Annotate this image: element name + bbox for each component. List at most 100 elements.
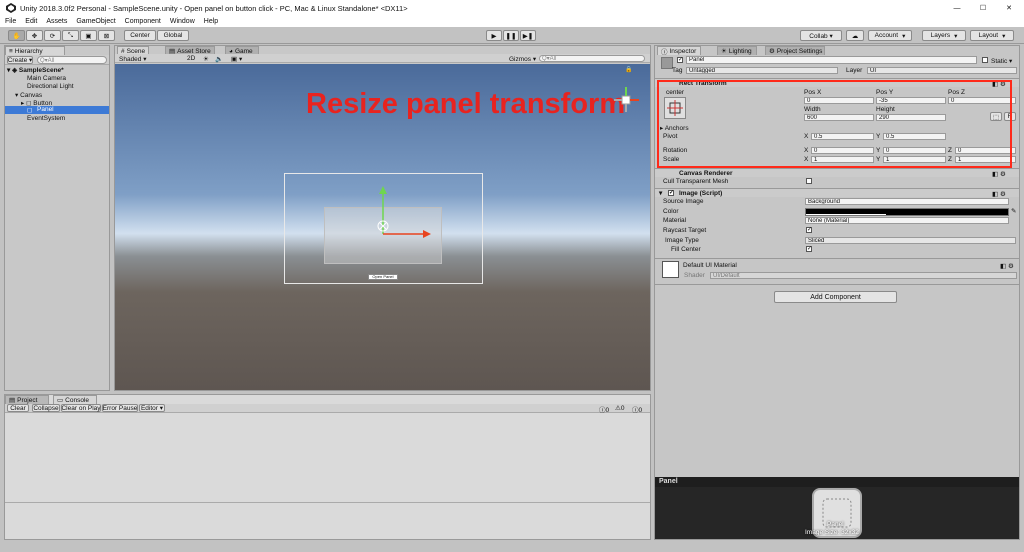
audio-toggle-icon[interactable]: 🔈 — [215, 55, 223, 63]
console-clear-on-play-button[interactable]: Clear on Play — [61, 404, 101, 412]
raycast-target-checkbox[interactable]: ✓ — [806, 227, 812, 233]
eyedropper-icon[interactable]: ✎ — [1011, 207, 1016, 215]
hierarchy-item-canvas[interactable]: ▾ Canvas — [15, 91, 42, 99]
fill-center-checkbox[interactable]: ✓ — [806, 246, 812, 252]
preview-asset-name: Panel — [827, 521, 844, 528]
scene-root-item[interactable]: ▾ ◈ SampleScene* — [7, 66, 64, 74]
hand-tool-button[interactable]: ✋ — [8, 30, 25, 41]
hierarchy-item-panel[interactable]: ◻ Panel — [5, 106, 109, 114]
console-info-count[interactable]: ⓘ0 — [599, 404, 609, 414]
hierarchy-search-input[interactable]: Q▾All — [37, 56, 107, 64]
cull-mesh-checkbox[interactable] — [806, 178, 812, 184]
layer-label: Layer — [846, 67, 863, 74]
shading-mode-dropdown[interactable]: Shaded ▾ — [119, 55, 147, 63]
preview-header[interactable]: Panel — [655, 477, 1019, 487]
move-tool-button[interactable]: ✥ — [26, 30, 43, 41]
scale-tool-button[interactable]: ⤡ — [62, 30, 79, 41]
hierarchy-item-directional-light[interactable]: Directional Light — [27, 83, 74, 90]
menu-window[interactable]: Window — [170, 18, 195, 25]
maximize-button[interactable]: ☐ — [970, 0, 996, 16]
pause-button[interactable]: ❚❚ — [503, 30, 519, 41]
create-button[interactable]: Create ▾ — [7, 56, 33, 64]
material-preview-swatch — [662, 261, 679, 278]
tag-dropdown[interactable]: Untagged — [686, 67, 838, 74]
cloud-button[interactable]: ☁ — [846, 30, 864, 41]
account-dropdown[interactable]: Account ▾ — [868, 30, 912, 41]
fill-center-label: Fill Center — [671, 246, 701, 253]
open-panel-button-preview[interactable]: Open Panel — [368, 274, 398, 280]
image-type-label: Image Type — [665, 237, 699, 244]
console-clear-button[interactable]: Clear — [7, 404, 29, 412]
effects-toggle-icon[interactable]: ▣ ▾ — [231, 55, 242, 63]
menu-help[interactable]: Help — [204, 18, 218, 25]
step-button[interactable]: ▶❚ — [520, 30, 536, 41]
tab-project[interactable]: ▤ Project — [5, 395, 49, 404]
image-type-dropdown[interactable]: Sliced — [805, 237, 1016, 244]
rotate-tool-button[interactable]: ⟳ — [44, 30, 61, 41]
tab-lighting[interactable]: ☀ Lighting — [717, 46, 757, 55]
shader-label: Shader — [684, 272, 705, 279]
console-error-pause-button[interactable]: Error Pause — [102, 404, 138, 412]
lock-icon[interactable]: 🔒 — [625, 66, 632, 73]
transform-tool-button[interactable]: ⊠ — [98, 30, 115, 41]
folder-icon: ▤ — [9, 397, 16, 404]
menu-gameobject[interactable]: GameObject — [76, 18, 115, 25]
tab-hierarchy[interactable]: ≡ Hierarchy — [5, 46, 65, 55]
source-image-field[interactable]: Background — [805, 198, 1009, 205]
global-local-toggle[interactable]: Global — [157, 30, 189, 41]
tab-inspector[interactable]: ⓘ Inspector — [657, 46, 701, 56]
close-button[interactable]: ✕ — [996, 0, 1022, 16]
color-swatch[interactable] — [805, 208, 1009, 216]
annotation-text: Resize panel transform — [306, 88, 626, 120]
material-field[interactable]: None (Material) — [805, 217, 1009, 224]
component-settings-icon[interactable]: ◧ ⚙ — [1000, 262, 1014, 270]
pivot-center-toggle[interactable]: Center — [124, 30, 156, 41]
hierarchy-item-main-camera[interactable]: Main Camera — [27, 75, 66, 82]
image-component-header[interactable]: ▾ ✓ Image (Script) ◧ ⚙ — [655, 188, 1019, 198]
add-component-button[interactable]: Add Component — [774, 291, 897, 303]
material-label: Material — [663, 217, 687, 224]
scale-icon: ⤡ — [67, 31, 74, 39]
shader-dropdown[interactable]: UI/Default — [710, 272, 1017, 279]
tab-project-settings[interactable]: ⚙ Project Settings — [765, 46, 825, 55]
play-button[interactable]: ▶ — [486, 30, 502, 41]
console-error-count[interactable]: ⓘ0 — [632, 404, 642, 414]
lighting-icon: ☀ — [721, 48, 727, 55]
image-enabled-checkbox[interactable]: ✓ — [668, 190, 674, 196]
menu-file[interactable]: File — [5, 18, 16, 25]
scene-viewport[interactable]: Resize panel transform Open Panel � — [115, 64, 650, 390]
move-gizmo-icon[interactable] — [365, 186, 435, 242]
active-checkbox[interactable]: ✓ — [677, 57, 683, 63]
console-panel: ▤ Project ▭ Console Clear Collapse Clear o… — [4, 394, 651, 540]
scene-search-input[interactable]: Q▾All — [539, 55, 645, 62]
layers-dropdown[interactable]: Layers ▾ — [922, 30, 966, 41]
mode-2d-toggle[interactable]: 2D — [187, 55, 195, 62]
orientation-gizmo-icon[interactable] — [611, 85, 641, 119]
layer-dropdown[interactable]: UI — [867, 67, 1017, 74]
menu-component[interactable]: Component — [125, 18, 161, 25]
minimize-button[interactable]: — — [944, 0, 970, 16]
canvas-renderer-header[interactable]: Canvas Renderer ◧ ⚙ — [655, 168, 1019, 178]
component-settings-icon[interactable]: ◧ ⚙ — [992, 190, 1006, 198]
component-settings-icon[interactable]: ◧ ⚙ — [992, 170, 1006, 178]
console-warning-count[interactable]: ⚠0 — [615, 404, 624, 412]
tab-console[interactable]: ▭ Console — [53, 395, 97, 404]
static-checkbox[interactable] — [982, 57, 988, 63]
layout-dropdown[interactable]: Layout ▾ — [970, 30, 1014, 41]
console-collapse-button[interactable]: Collapse — [32, 404, 60, 412]
menu-edit[interactable]: Edit — [25, 18, 37, 25]
lighting-toggle-icon[interactable]: ☀ — [203, 55, 209, 63]
rect-tool-button[interactable]: ▣ — [80, 30, 97, 41]
gear-icon: ⚙ — [769, 48, 775, 55]
gizmos-dropdown[interactable]: Gizmos ▾ — [509, 55, 536, 63]
console-editor-dropdown[interactable]: Editor ▾ — [139, 404, 165, 412]
static-dropdown[interactable]: Static ▾ — [991, 57, 1012, 65]
console-icon: ▭ — [57, 397, 64, 404]
menu-assets[interactable]: Assets — [46, 18, 67, 25]
object-name-input[interactable]: Panel — [686, 56, 977, 64]
collab-button[interactable]: Collab ▾ — [800, 30, 842, 41]
rotate-icon: ⟳ — [49, 32, 56, 40]
rect-icon: ▣ — [85, 32, 92, 40]
unity-scene-icon: ◈ — [12, 67, 18, 74]
hierarchy-item-eventsystem[interactable]: EventSystem — [27, 115, 65, 122]
